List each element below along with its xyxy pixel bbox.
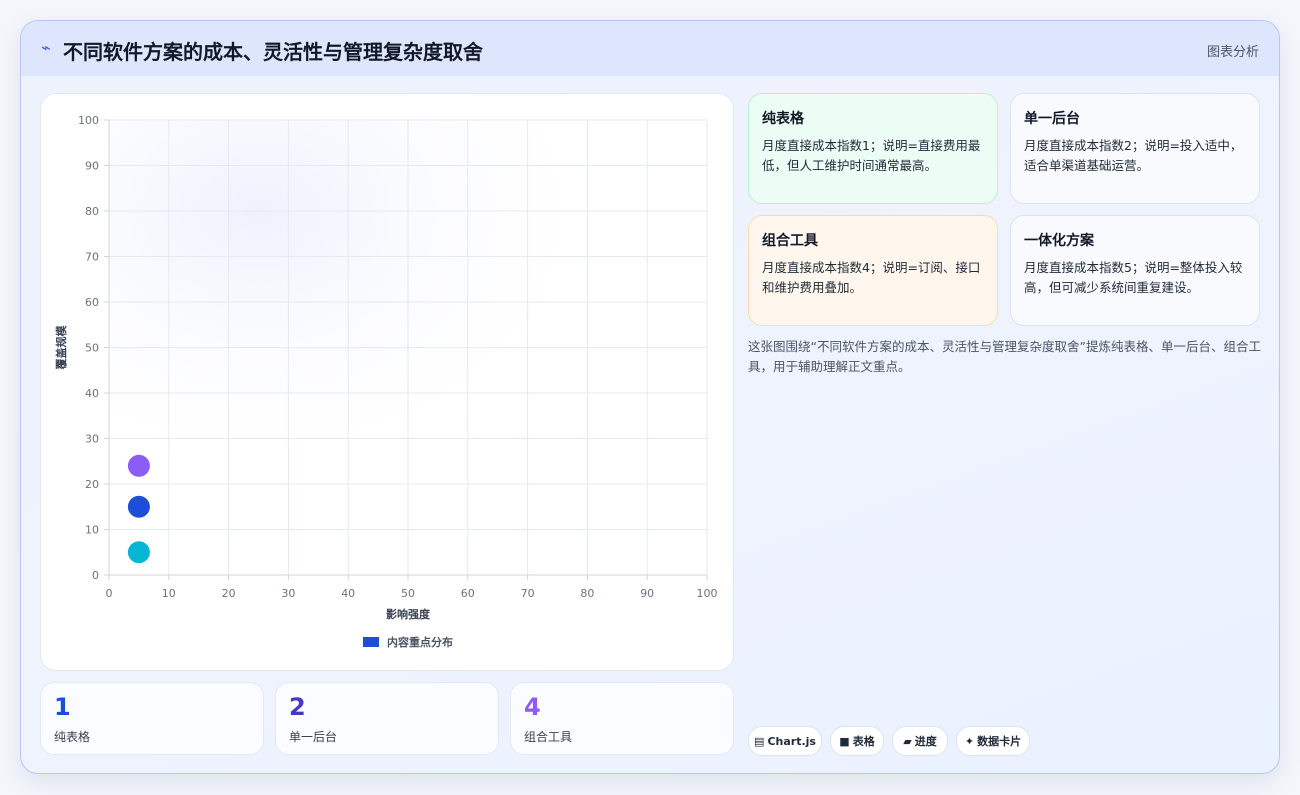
stat-value: 2 bbox=[289, 693, 306, 721]
chart-card: 0 10 20 30 40 50 60 70 80 90 100 0 10 20 30 40 50 60 70 80 9… bbox=[40, 93, 734, 671]
y-tick-label: 50 bbox=[85, 342, 99, 355]
x-tick-label: 30 bbox=[281, 587, 295, 600]
note-text: 月度直接成本指数4；说明=订阅、接口和维护费用叠加。 bbox=[762, 260, 981, 295]
chip-label: Chart.js bbox=[767, 734, 816, 748]
stat-card-2: 2 单一后台 bbox=[275, 682, 499, 755]
x-tick-label: 80 bbox=[580, 587, 594, 600]
chip-progress[interactable]: ▰ 进度 bbox=[892, 726, 948, 756]
header-tag: 图表分析 bbox=[1206, 45, 1259, 60]
x-tick-label: 60 bbox=[461, 587, 475, 600]
note-title: 一体化方案 bbox=[1024, 233, 1094, 249]
note-text: 月度直接成本指数5；说明=整体投入较高，但可减少系统间重复建设。 bbox=[1024, 260, 1243, 295]
note-card-3: 组合工具 月度直接成本指数4；说明=订阅、接口和维护费用叠加。 bbox=[748, 215, 998, 326]
x-tick-label: 50 bbox=[401, 587, 415, 600]
chip-label: 表格 bbox=[852, 735, 875, 748]
note-card-2: 单一后台 月度直接成本指数2；说明=投入适中，适合单渠道基础运营。 bbox=[1010, 93, 1260, 204]
x-tick-label: 10 bbox=[162, 587, 176, 600]
note-title: 纯表格 bbox=[762, 111, 804, 127]
chip-data-card[interactable]: ✦ 数据卡片 bbox=[956, 726, 1030, 756]
card-icon: ✦ bbox=[964, 734, 975, 748]
y-tick-label: 10 bbox=[85, 524, 99, 537]
stat-card-3: 4 组合工具 bbox=[510, 682, 734, 755]
legend-label: 内容重点分布 bbox=[387, 635, 453, 649]
stat-label: 纯表格 bbox=[54, 730, 91, 744]
x-tick-label: 100 bbox=[697, 587, 718, 600]
legend-swatch bbox=[363, 637, 379, 647]
stat-value: 4 bbox=[524, 693, 541, 721]
stat-card-1: 1 纯表格 bbox=[40, 682, 264, 755]
chip-table[interactable]: ■ 表格 bbox=[830, 726, 884, 756]
progress-icon: ▰ bbox=[903, 734, 912, 748]
note-text: 月度直接成本指数2；说明=投入适中，适合单渠道基础运营。 bbox=[1024, 138, 1243, 173]
panel-frame: ⌁ 不同软件方案的成本、灵活性与管理复杂度取舍 图表分析 0 10 20 30 40 50… bbox=[20, 20, 1280, 774]
table-icon: ■ bbox=[839, 734, 850, 748]
scatter-chart: 0 10 20 30 40 50 60 70 80 90 100 0 10 20 30 40 50 60 70 80 9… bbox=[54, 114, 718, 649]
x-tick-label: 40 bbox=[341, 587, 355, 600]
note-card-1: 纯表格 月度直接成本指数1；说明=直接费用最低，但人工维护时间通常最高。 bbox=[748, 93, 998, 204]
bolt-icon: ⌁ bbox=[41, 38, 51, 57]
note-card-4: 一体化方案 月度直接成本指数5；说明=整体投入较高，但可减少系统间重复建设。 bbox=[1010, 215, 1260, 326]
x-tick-label: 20 bbox=[222, 587, 236, 600]
y-tick-label: 20 bbox=[85, 478, 99, 491]
stat-value: 1 bbox=[54, 693, 71, 721]
x-tick-label: 90 bbox=[640, 587, 654, 600]
stat-label: 组合工具 bbox=[524, 730, 573, 744]
y-tick-label: 40 bbox=[85, 387, 99, 400]
stat-label: 单一后台 bbox=[289, 730, 338, 744]
summary-text: 这张图围绕“不同软件方案的成本、灵活性与管理复杂度取舍”提炼纯表格、单一后台、组… bbox=[748, 339, 1261, 374]
y-tick-label: 100 bbox=[78, 114, 99, 127]
y-axis-label: 覆盖规模 bbox=[54, 325, 68, 370]
data-point bbox=[127, 454, 150, 477]
note-text: 月度直接成本指数1；说明=直接费用最低，但人工维护时间通常最高。 bbox=[762, 138, 981, 173]
x-tick-label: 70 bbox=[521, 587, 535, 600]
panel-header: ⌁ 不同软件方案的成本、灵活性与管理复杂度取舍 图表分析 bbox=[21, 21, 1279, 76]
data-point bbox=[127, 495, 150, 518]
y-tick-label: 70 bbox=[85, 251, 99, 264]
note-title: 组合工具 bbox=[762, 233, 818, 249]
chip-label: 进度 bbox=[914, 735, 937, 748]
y-tick-label: 90 bbox=[85, 160, 99, 173]
y-tick-label: 80 bbox=[85, 205, 99, 218]
x-axis-label: 影响强度 bbox=[386, 607, 431, 621]
y-tick-label: 30 bbox=[85, 433, 99, 446]
note-title: 单一后台 bbox=[1024, 111, 1080, 127]
y-tick-label: 0 bbox=[92, 569, 99, 582]
x-tick-label: 0 bbox=[106, 587, 113, 600]
chip-chartjs[interactable]: ▤ Chart.js bbox=[748, 726, 822, 756]
data-point bbox=[127, 541, 150, 564]
y-tick-label: 60 bbox=[85, 296, 99, 309]
chart-icon: ▤ bbox=[754, 734, 765, 748]
page-title: 不同软件方案的成本、灵活性与管理复杂度取舍 bbox=[63, 40, 483, 64]
chip-label: 数据卡片 bbox=[977, 735, 1022, 748]
